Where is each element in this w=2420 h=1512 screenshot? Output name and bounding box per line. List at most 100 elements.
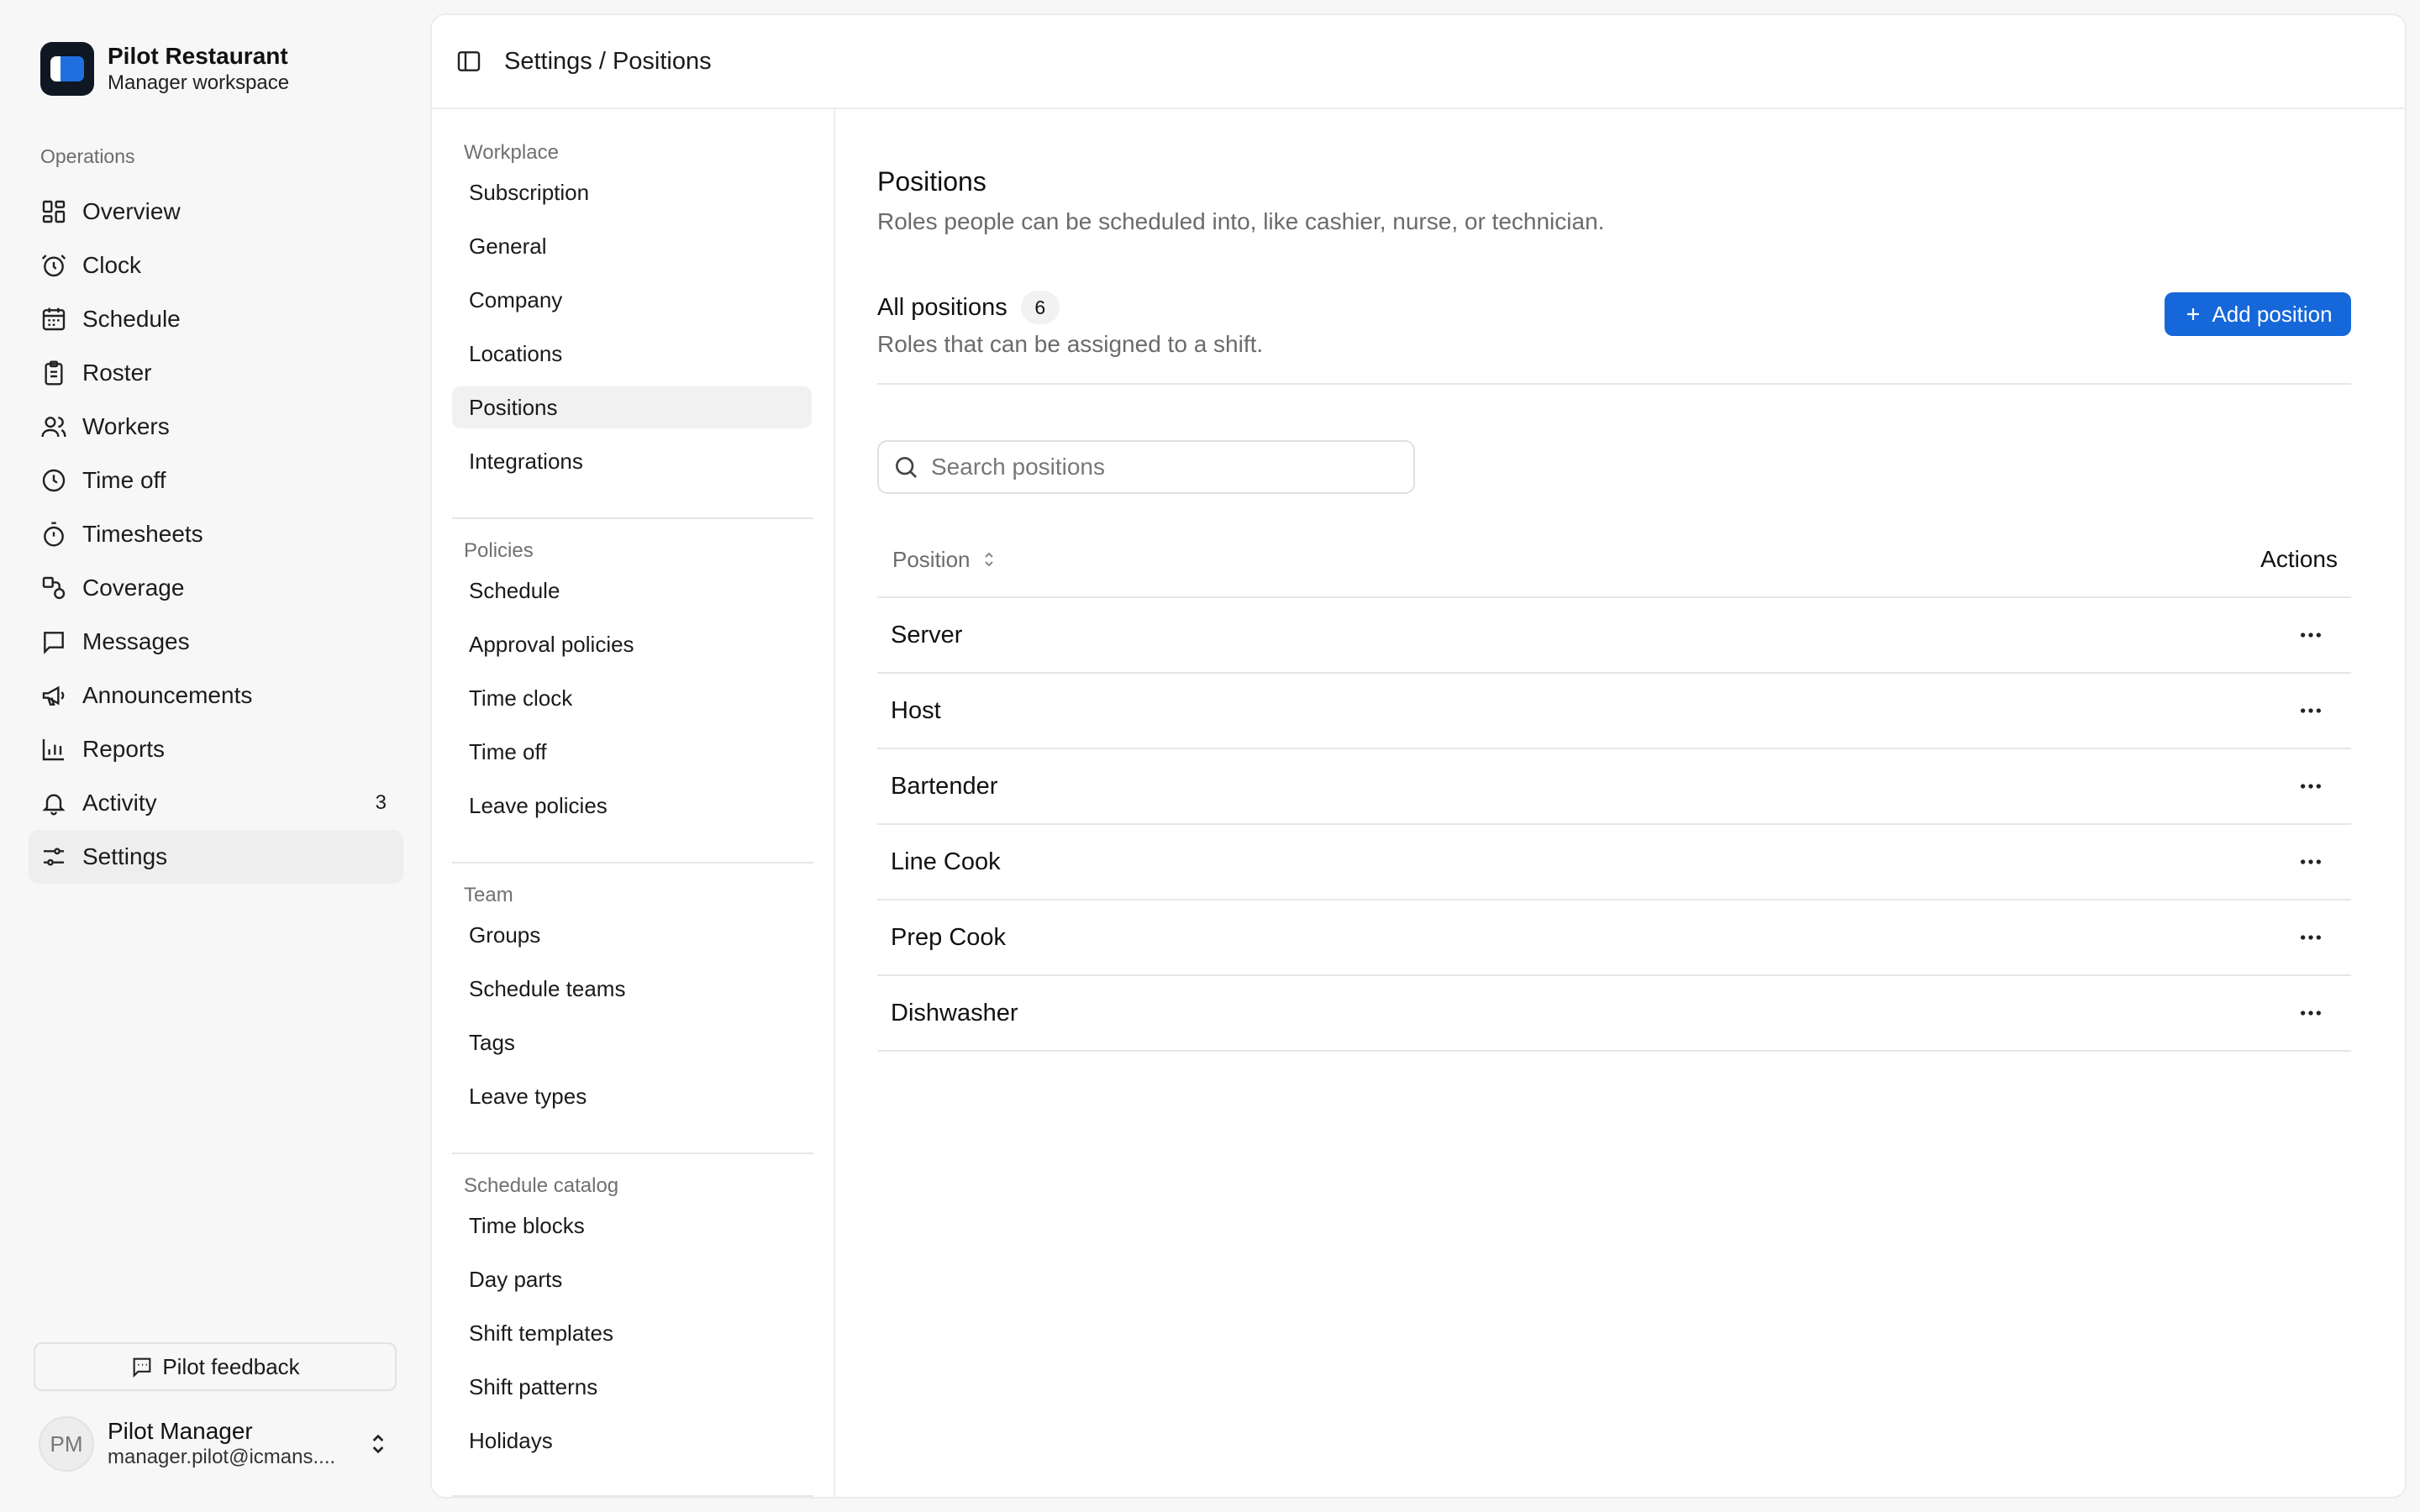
sidebar-item-label: Reports: [82, 736, 166, 762]
coverage-icon: [40, 575, 67, 601]
positions-table: Position Actions Server Host Bartender L…: [877, 522, 2351, 1052]
activity-count-badge: 3: [375, 791, 387, 814]
settings-item-schedule-teams[interactable]: Schedule teams: [452, 968, 812, 1010]
position-name: Prep Cook: [891, 923, 1007, 951]
search-input[interactable]: [931, 454, 1402, 480]
table-header: Position Actions: [877, 522, 2351, 598]
topbar: Settings / Positions: [432, 15, 2405, 109]
settings-item-time-blocks[interactable]: Time blocks: [452, 1205, 812, 1247]
more-options-icon[interactable]: [2294, 694, 2328, 727]
table-row[interactable]: Line Cook: [877, 825, 2351, 900]
clock-icon: [40, 467, 67, 494]
settings-group-label: Policies: [464, 539, 534, 562]
positions-content: Positions Roles people can be scheduled …: [835, 109, 2405, 1497]
settings-item-company[interactable]: Company: [452, 279, 812, 321]
settings-item-approval-policies[interactable]: Approval policies: [452, 623, 812, 665]
table-row[interactable]: Host: [877, 674, 2351, 749]
settings-group-label: Schedule catalog: [464, 1174, 619, 1197]
user-menu[interactable]: PM Pilot Manager manager.pilot@icmans...…: [39, 1416, 400, 1472]
sidebar-item-coverage[interactable]: Coverage: [29, 561, 403, 615]
settings-group-label: Team: [464, 884, 513, 906]
settings-item-time-clock[interactable]: Time clock: [452, 677, 812, 719]
sidebar-item-label: Coverage: [82, 575, 185, 601]
settings-divider: [452, 1152, 813, 1154]
more-options-icon[interactable]: [2294, 996, 2328, 1030]
settings-item-positions[interactable]: Positions: [452, 386, 812, 428]
sidebar-item-label: Clock: [82, 252, 142, 278]
table-row[interactable]: Server: [877, 598, 2351, 674]
sidebar-item-settings[interactable]: Settings: [29, 830, 403, 884]
table-row[interactable]: Prep Cook: [877, 900, 2351, 976]
sidebar-item-label: Roster: [82, 360, 152, 386]
table-row[interactable]: Dishwasher: [877, 976, 2351, 1052]
settings-item-leave-types[interactable]: Leave types: [452, 1075, 812, 1117]
settings-item-subscription[interactable]: Subscription: [452, 171, 812, 213]
column-header-position[interactable]: Position: [877, 547, 999, 573]
settings-group-policies: Policies Schedule Approval policies Time…: [452, 533, 812, 838]
settings-item-shift-templates[interactable]: Shift templates: [452, 1312, 812, 1354]
settings-item-integrations[interactable]: Integrations: [452, 440, 812, 482]
settings-item-schedule[interactable]: Schedule: [452, 570, 812, 612]
sidebar-item-label: Settings: [82, 843, 168, 869]
page-description: Roles people can be scheduled into, like…: [877, 208, 1605, 234]
plus-icon: [2183, 304, 2203, 324]
grid-icon: [40, 198, 67, 225]
sidebar-item-roster[interactable]: Roster: [29, 346, 403, 400]
list-title: All positions: [877, 293, 1007, 321]
stopwatch-icon: [40, 521, 67, 548]
add-position-button[interactable]: Add position: [2165, 292, 2351, 336]
feedback-label: Pilot feedback: [162, 1353, 300, 1379]
settings-item-leave-policies[interactable]: Leave policies: [452, 785, 812, 827]
more-options-icon[interactable]: [2294, 618, 2328, 652]
breadcrumb: Settings / Positions: [504, 47, 712, 75]
sidebar-item-schedule[interactable]: Schedule: [29, 292, 403, 346]
sidebar-item-clock[interactable]: Clock: [29, 239, 403, 292]
main-panel: Settings / Positions Workplace Subscript…: [430, 13, 2407, 1499]
sidebar-item-label: Time off: [82, 467, 166, 493]
settings-divider: [452, 1495, 813, 1497]
sidebar-section-label: Operations: [40, 145, 135, 167]
brand[interactable]: Pilot Restaurant Manager workspace: [40, 42, 289, 96]
table-row[interactable]: Bartender: [877, 749, 2351, 825]
divider: [877, 383, 2351, 385]
add-position-label: Add position: [2212, 301, 2333, 327]
list-description: Roles that can be assigned to a shift.: [877, 331, 1264, 357]
settings-item-groups[interactable]: Groups: [452, 914, 812, 956]
position-name: Line Cook: [891, 848, 1001, 875]
brand-subtitle: Manager workspace: [108, 71, 290, 94]
settings-group-team: Team Groups Schedule teams Tags Leave ty…: [452, 877, 812, 1129]
sidebar-item-time-off[interactable]: Time off: [29, 454, 403, 507]
sidebar-item-announcements[interactable]: Announcements: [29, 669, 403, 722]
settings-item-locations[interactable]: Locations: [452, 333, 812, 375]
position-name: Server: [891, 621, 963, 648]
megaphone-icon: [40, 682, 67, 709]
settings-group-workplace: Workplace Subscription General Company L…: [452, 134, 812, 494]
sidebar-item-overview[interactable]: Overview: [29, 185, 403, 239]
more-options-icon[interactable]: [2294, 845, 2328, 879]
sidebar-item-activity[interactable]: Activity 3: [29, 776, 403, 830]
users-icon: [40, 413, 67, 440]
settings-divider: [452, 862, 813, 864]
settings-item-day-parts[interactable]: Day parts: [452, 1258, 812, 1300]
settings-group-label: Workplace: [464, 141, 559, 164]
chevron-up-down-icon: [365, 1431, 392, 1457]
sidebar-toggle-icon[interactable]: [452, 45, 486, 78]
settings-item-tags[interactable]: Tags: [452, 1021, 812, 1063]
more-options-icon[interactable]: [2294, 769, 2328, 803]
list-header: All positions 6: [877, 291, 1060, 324]
sidebar-item-label: Messages: [82, 628, 190, 654]
settings-item-general[interactable]: General: [452, 225, 812, 267]
user-email: manager.pilot@icmans....: [108, 1446, 336, 1468]
position-name: Bartender: [891, 772, 998, 800]
settings-item-shift-patterns[interactable]: Shift patterns: [452, 1366, 812, 1408]
sidebar-item-reports[interactable]: Reports: [29, 722, 403, 776]
message-icon: [40, 628, 67, 655]
settings-item-time-off[interactable]: Time off: [452, 731, 812, 773]
more-options-icon[interactable]: [2294, 921, 2328, 954]
feedback-button[interactable]: Pilot feedback: [34, 1342, 397, 1391]
settings-item-holidays[interactable]: Holidays: [452, 1420, 812, 1462]
sidebar-item-messages[interactable]: Messages: [29, 615, 403, 669]
sidebar-item-timesheets[interactable]: Timesheets: [29, 507, 403, 561]
sidebar-item-workers[interactable]: Workers: [29, 400, 403, 454]
sliders-icon: [40, 843, 67, 870]
